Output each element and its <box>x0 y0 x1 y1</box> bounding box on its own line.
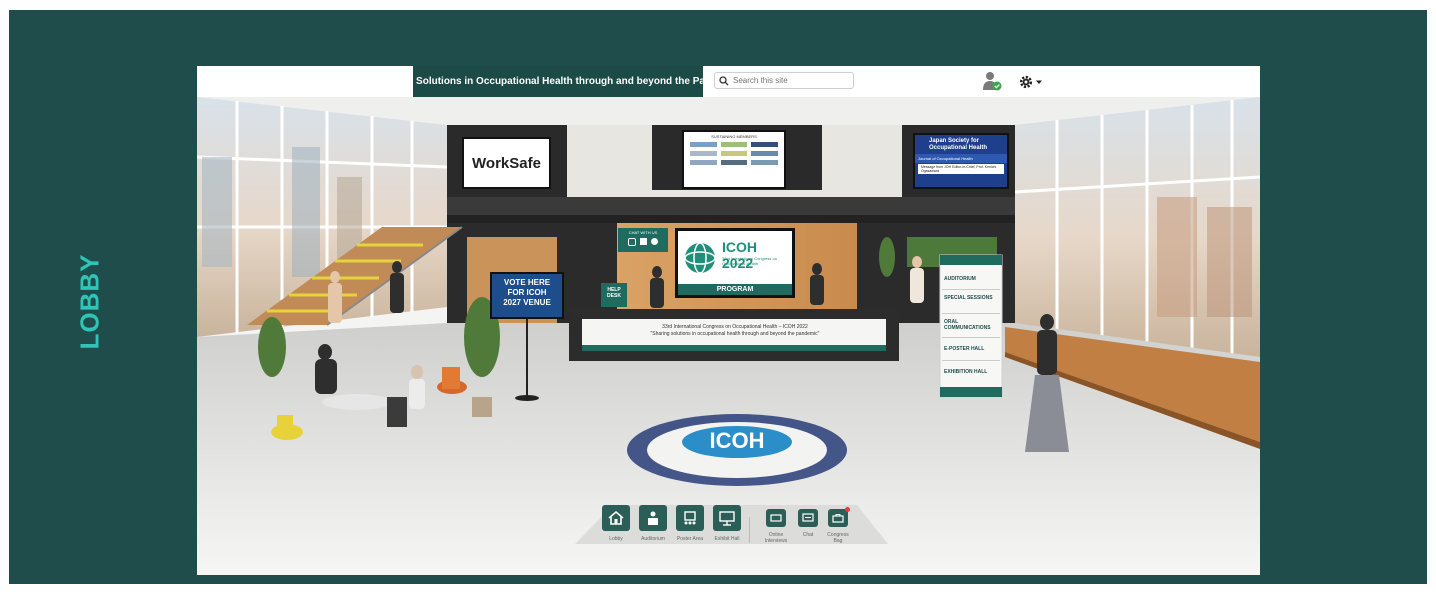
vote-venue-sign[interactable]: VOTE HERE FOR ICOH 2027 VENUE <box>490 272 564 319</box>
settings-menu-button[interactable] <box>1019 73 1051 90</box>
directory-item-auditorium[interactable]: AUDITORIUM <box>942 269 1000 290</box>
sponsor-logos <box>690 142 778 165</box>
nav-congress-bag[interactable]: Congress Bag <box>816 505 860 544</box>
sponsors-screen[interactable]: SUSTAINING MEMBERS <box>682 130 786 189</box>
nav-divider <box>749 517 750 543</box>
nav-exhibit-hall[interactable]: Exhibit Hall <box>705 505 749 542</box>
podium-icon <box>648 511 658 525</box>
poster-icon <box>684 511 696 525</box>
vote-line-1: VOTE HERE <box>503 278 551 287</box>
nav-lobby-label: Lobby <box>609 536 623 542</box>
virtual-venue-window: Sharing Solutions in Occupational Health… <box>197 66 1260 575</box>
jsoh-title: Japan Society for Occupational Health <box>929 138 988 151</box>
chat-with-us-sign[interactable]: CHAT WITH US <box>618 228 668 252</box>
program-button[interactable]: PROGRAM <box>678 284 792 295</box>
worksafe-logo: WorkSafe <box>472 154 541 172</box>
program-subtitle: 33rd International Congress on Occupatio… <box>722 256 777 266</box>
top-bar: Sharing Solutions in Occupational Health… <box>197 66 1260 97</box>
search-icon <box>719 75 729 85</box>
banner-line-1: 33rd International Congress on Occupatio… <box>662 324 808 330</box>
search-input[interactable] <box>733 76 843 85</box>
bag-icon <box>832 514 844 523</box>
home-icon <box>608 510 624 525</box>
program-title: ICOH 2022 <box>722 239 757 271</box>
search-box[interactable] <box>714 72 854 89</box>
nav-auditorium-label: Auditorium <box>641 536 665 542</box>
nav-chat-label: Chat <box>802 532 814 538</box>
reception-banner: 33rd International Congress on Occupatio… <box>587 321 883 343</box>
program-screen[interactable]: ICOH 2022 33rd International Congress on… <box>675 228 795 298</box>
help-desk-sign[interactable]: HELP DESK <box>601 283 627 307</box>
nav-exhibit-hall-label: Exhibit Hall <box>714 536 740 542</box>
vote-line-2: FOR ICOH <box>507 288 547 297</box>
directory-item-oral-communications[interactable]: ORAL COMMUNICATIONS <box>942 314 1000 338</box>
jsoh-booth-screen[interactable]: Japan Society for Occupational Health Jo… <box>913 133 1009 189</box>
video-call-icon <box>770 514 782 522</box>
bottom-navigation: Lobby Auditorium Poster Area Exhibit Hal… <box>575 505 888 575</box>
social-icons <box>618 238 668 246</box>
chat-icon <box>802 513 814 522</box>
chat-with-us-title: CHAT WITH US <box>628 230 658 235</box>
jsoh-journal: Journal of Occupational Health <box>915 154 1007 163</box>
lobby-side-label: LOBBY <box>74 253 105 349</box>
twitter-icon[interactable] <box>651 238 658 245</box>
gear-icon <box>1019 75 1033 88</box>
sponsors-title: SUSTAINING MEMBERS <box>711 134 757 139</box>
notification-dot <box>845 507 850 512</box>
directory-stand: AUDITORIUM SPECIAL SESSIONS ORAL COMMUNI… <box>942 269 1000 385</box>
lobby-scene: WorkSafe SUSTAINING MEMBERS Japan Societ… <box>197 97 1260 575</box>
vote-line-3: 2027 VENUE <box>503 298 551 307</box>
directory-item-special-sessions[interactable]: SPECIAL SESSIONS <box>942 290 1000 314</box>
user-avatar-icon[interactable] <box>981 70 1003 92</box>
nav-congress-bag-label: Congress Bag <box>827 532 849 544</box>
floor-icoh-logo: ICOH <box>709 428 765 453</box>
globe-logo-icon <box>684 242 716 274</box>
worksafe-booth-screen[interactable]: WorkSafe <box>462 137 551 189</box>
banner-line-2: "Sharing solutions in occupational healt… <box>650 331 820 337</box>
instagram-icon[interactable] <box>628 238 636 246</box>
nav-poster-area-label: Poster Area <box>676 536 704 542</box>
jsoh-message: Message from JOH Editor-in-Chief, Prof. … <box>918 164 1004 174</box>
directory-item-e-poster-hall[interactable]: E-POSTER HALL <box>942 338 1000 361</box>
directory-item-exhibition-hall[interactable]: EXHIBITION HALL <box>942 361 1000 383</box>
chevron-down-icon <box>1036 80 1042 84</box>
congress-tagline: Sharing Solutions in Occupational Health… <box>413 66 703 97</box>
facebook-icon[interactable] <box>640 238 647 245</box>
exhibit-booth-icon <box>719 511 735 526</box>
